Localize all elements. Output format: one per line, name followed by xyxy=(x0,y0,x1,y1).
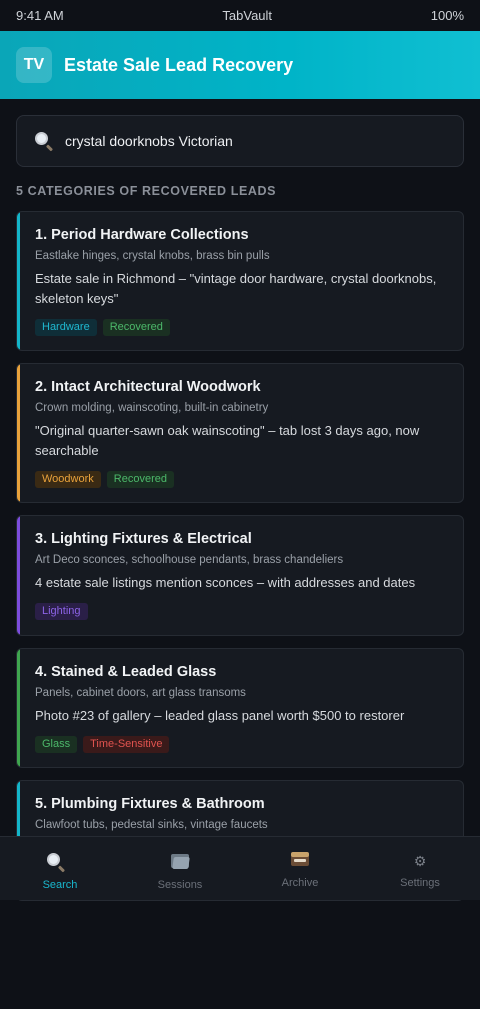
tag-recovered[interactable]: Recovered xyxy=(102,319,170,336)
tag-lighting[interactable]: Lighting xyxy=(35,603,88,620)
folder-icon xyxy=(170,851,190,871)
tab-label: Archive xyxy=(281,877,319,889)
tag-woodwork[interactable]: Woodwork xyxy=(35,471,101,488)
search-icon xyxy=(33,130,55,152)
tag-hardware[interactable]: Hardware xyxy=(35,319,97,336)
card-subtitle: Eastlake hinges, crystal knobs, brass bi… xyxy=(35,250,270,262)
tab-label: Search xyxy=(42,879,78,891)
tab-label: Sessions xyxy=(157,879,203,891)
tag-list: Lighting xyxy=(35,603,447,620)
tab-settings[interactable]: ⚙ Settings xyxy=(360,837,480,900)
search-query[interactable]: crystal doorknobs Victorian xyxy=(65,133,233,149)
status-battery: 100% xyxy=(430,8,464,23)
bottom-tab-bar: Search Sessions Archive ⚙ Settings xyxy=(0,836,480,900)
gear-icon: ⚙ xyxy=(413,853,427,869)
card-title: 3. Lighting Fixtures & Electrical xyxy=(35,531,252,547)
search-icon xyxy=(45,851,66,873)
archive-box-icon xyxy=(290,851,310,871)
page-title: Estate Sale Lead Recovery xyxy=(64,54,294,75)
app-header: TV Estate Sale Lead Recovery xyxy=(0,31,480,99)
tag-list: Glass Time-Sensitive xyxy=(35,736,447,753)
tag-list: Hardware Recovered xyxy=(35,319,447,336)
category-card-woodwork[interactable]: 2. Intact Architectural Woodwork Crown m… xyxy=(16,363,464,503)
card-subtitle: Panels, cabinet doors, art glass transom… xyxy=(35,687,246,699)
tab-search[interactable]: Search xyxy=(0,837,120,900)
status-app-name: TabVault xyxy=(222,8,273,23)
tag-glass[interactable]: Glass xyxy=(35,736,78,753)
card-description: 4 estate sale listings mention sconces –… xyxy=(35,575,416,590)
card-description: "Original quarter-sawn oak wainscoting" … xyxy=(35,423,420,458)
category-card-glass[interactable]: 4. Stained & Leaded Glass Panels, cabine… xyxy=(16,648,464,768)
card-subtitle: Clawfoot tubs, pedestal sinks, vintage f… xyxy=(35,819,268,831)
search-input[interactable]: crystal doorknobs Victorian xyxy=(16,115,464,167)
card-subtitle: Crown molding, wainscoting, built-in cab… xyxy=(35,402,269,414)
app-logo: TV xyxy=(16,47,52,83)
tab-label: Settings xyxy=(400,877,440,889)
card-subtitle: Art Deco sconces, schoolhouse pendants, … xyxy=(35,554,344,566)
tab-sessions[interactable]: Sessions xyxy=(120,837,240,900)
card-title: 1. Period Hardware Collections xyxy=(35,227,249,243)
card-title: 5. Plumbing Fixtures & Bathroom xyxy=(35,796,265,812)
tag-time-sensitive[interactable]: Time-Sensitive xyxy=(83,736,170,753)
category-card-hardware[interactable]: 1. Period Hardware Collections Eastlake … xyxy=(16,211,464,351)
status-bar: 9:41 AM TabVault 100% xyxy=(0,0,480,31)
card-title: 4. Stained & Leaded Glass xyxy=(35,664,217,680)
card-title: 2. Intact Architectural Woodwork xyxy=(35,379,261,395)
category-card-lighting[interactable]: 3. Lighting Fixtures & Electrical Art De… xyxy=(16,515,464,636)
card-description: Photo #23 of gallery – leaded glass pane… xyxy=(35,708,405,723)
section-heading: 5 CATEGORIES OF RECOVERED LEADS xyxy=(16,184,277,198)
tag-list: Woodwork Recovered xyxy=(35,471,447,488)
card-description: Estate sale in Richmond – "vintage door … xyxy=(35,271,437,306)
status-time: 9:41 AM xyxy=(16,8,64,23)
tag-recovered[interactable]: Recovered xyxy=(106,471,174,488)
tab-archive[interactable]: Archive xyxy=(240,837,360,900)
